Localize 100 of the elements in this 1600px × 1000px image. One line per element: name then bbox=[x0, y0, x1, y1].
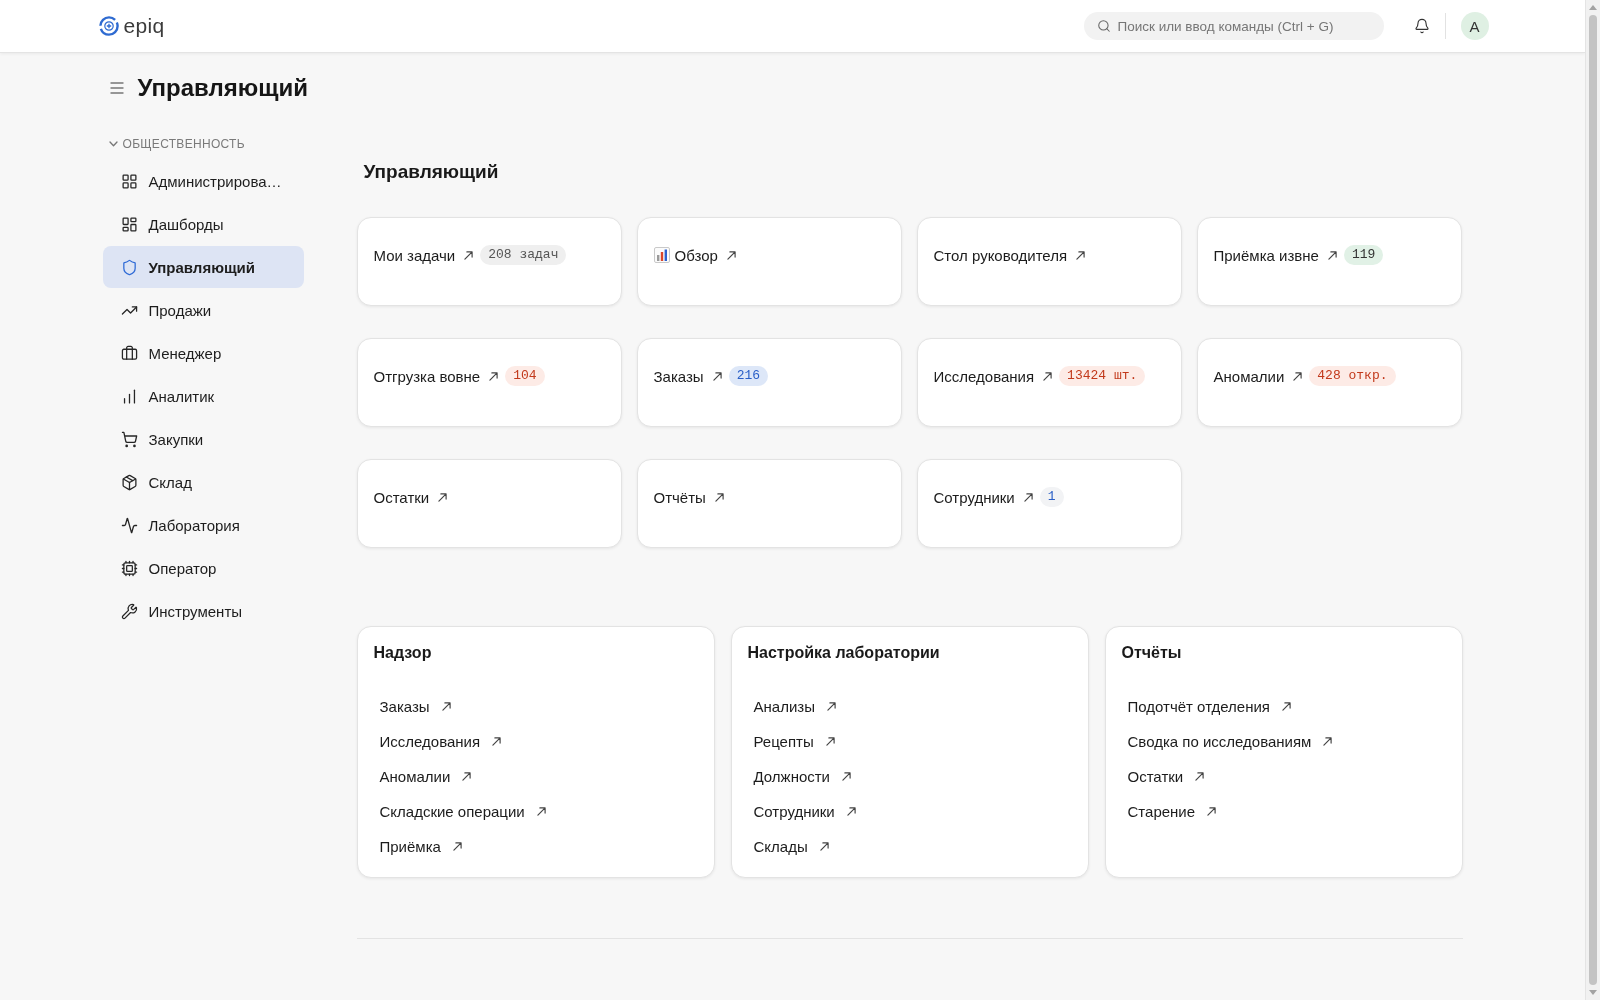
panel-link[interactable]: Остатки bbox=[1121, 761, 1211, 791]
arrow-up-right-icon bbox=[842, 771, 851, 781]
card-title: Приёмка извне bbox=[1213, 246, 1319, 264]
nav-item[interactable]: Лаборатория bbox=[102, 504, 304, 546]
panel-link[interactable]: Анализы bbox=[747, 691, 842, 721]
arrow-up-right-icon bbox=[1043, 371, 1053, 381]
menu-icon[interactable] bbox=[109, 82, 124, 94]
arrow-up-right-icon bbox=[492, 736, 502, 746]
arrow-up-right-icon bbox=[1327, 250, 1337, 260]
arrow-up-right-icon bbox=[825, 736, 835, 746]
panel-link[interactable]: Склады bbox=[747, 831, 835, 861]
card-title: Стол руководителя bbox=[933, 246, 1068, 264]
shortcut-card[interactable]: Отгрузка вовне 104 bbox=[356, 338, 622, 427]
arrow-up-right-icon bbox=[438, 492, 448, 502]
count-badge: 208 задач bbox=[480, 245, 567, 265]
card-title: Мои задачи bbox=[373, 246, 456, 264]
count-badge: 428 откр. bbox=[1309, 366, 1396, 386]
count-badge: 119 bbox=[1343, 245, 1384, 265]
nav-item[interactable]: Аналитик bbox=[102, 375, 304, 417]
shortcut-card[interactable]: Стол руководителя bbox=[916, 217, 1182, 306]
dashboard-icon bbox=[120, 215, 138, 233]
shortcut-card[interactable]: Отчёты bbox=[636, 459, 902, 548]
card-title: Отгрузка вовне bbox=[373, 367, 481, 385]
arrow-up-right-icon bbox=[452, 841, 462, 851]
cart-icon bbox=[120, 430, 138, 448]
arrow-up-right-icon bbox=[1282, 701, 1291, 711]
shortcut-card[interactable]: Приёмка извне 119 bbox=[1196, 217, 1462, 306]
panel-link[interactable]: Рецепты bbox=[747, 726, 841, 756]
panel-link[interactable]: Подотчёт отделения bbox=[1121, 691, 1297, 721]
nav-item[interactable]: Инструменты bbox=[102, 590, 304, 632]
panel-link[interactable]: Заказы bbox=[373, 691, 457, 721]
panel-link[interactable]: Сводка по исследованиям bbox=[1121, 726, 1339, 756]
logo-icon bbox=[98, 16, 119, 36]
nav-item[interactable]: Закупки bbox=[102, 418, 304, 460]
card-title: Аномалии bbox=[1213, 367, 1285, 385]
arrow-up-right-icon bbox=[826, 701, 836, 711]
shortcut-card[interactable]: Исследования 13424 шт. bbox=[916, 338, 1182, 427]
panel-link[interactable]: Сотрудники bbox=[747, 796, 862, 826]
arrow-up-right-icon bbox=[1323, 736, 1333, 746]
nav-item[interactable]: Дашборды bbox=[102, 203, 304, 245]
card-title: Сотрудники bbox=[933, 488, 1015, 506]
nav-item[interactable]: Менеджер bbox=[102, 332, 304, 374]
arrow-up-right-icon bbox=[712, 371, 722, 381]
chip-icon bbox=[120, 559, 138, 577]
scrollbar[interactable] bbox=[1585, 0, 1600, 1000]
scrollbar-thumb[interactable] bbox=[1589, 15, 1597, 985]
brand-name: epiq bbox=[123, 14, 165, 38]
arrow-up-right-icon bbox=[1195, 771, 1205, 781]
nav-item[interactable]: Управляющий bbox=[102, 246, 304, 288]
panel-link[interactable]: Складские операции bbox=[373, 796, 552, 826]
arrow-up-right-icon bbox=[1207, 806, 1217, 816]
briefcase-icon bbox=[120, 344, 138, 362]
shortcut-card[interactable]: Мои задачи 208 задач bbox=[356, 217, 622, 306]
nav-item[interactable]: Склад bbox=[102, 461, 304, 503]
card-title: Исследования bbox=[933, 367, 1035, 385]
shortcut-card[interactable]: Обзор bbox=[636, 217, 902, 306]
section-heading: Управляющий bbox=[363, 160, 500, 184]
card-title: Остатки bbox=[373, 488, 430, 506]
arrow-up-right-icon bbox=[1076, 250, 1086, 260]
panel-link[interactable]: Исследования bbox=[373, 726, 508, 756]
count-badge: 216 bbox=[728, 366, 769, 386]
arrow-up-right-icon bbox=[714, 492, 724, 502]
section-toggle[interactable]: ОБЩЕСТВЕННОСТЬ bbox=[102, 136, 245, 152]
avatar[interactable]: A bbox=[1460, 12, 1489, 40]
shortcut-card[interactable]: Аномалии 428 откр. bbox=[1196, 338, 1462, 427]
shortcut-card[interactable]: Заказы 216 bbox=[636, 338, 902, 427]
panel-title: Надзор bbox=[373, 643, 433, 663]
panel-link[interactable]: Должности bbox=[747, 761, 857, 791]
nav-item[interactable]: Администрирова… bbox=[102, 160, 304, 202]
chevron-down-icon bbox=[108, 141, 118, 147]
panel-title: Настройка лаборатории bbox=[747, 643, 941, 663]
pulse-icon bbox=[120, 516, 138, 534]
arrow-up-right-icon bbox=[1293, 371, 1303, 381]
arrow-up-right-icon bbox=[462, 771, 472, 781]
panel-link[interactable]: Аномалии bbox=[373, 761, 478, 791]
page-title: Управляющий bbox=[137, 73, 308, 103]
scroll-up-icon bbox=[1589, 5, 1597, 10]
panel-title: Отчёты bbox=[1121, 643, 1183, 663]
arrow-up-right-icon bbox=[464, 250, 474, 260]
search-field[interactable]: Поиск или ввод команды (Ctrl + G) bbox=[1083, 12, 1384, 40]
card-title: Отчёты bbox=[653, 488, 706, 506]
nav-item[interactable]: Оператор bbox=[102, 547, 304, 589]
shortcut-card[interactable]: Сотрудники 1 bbox=[916, 459, 1182, 548]
box-icon bbox=[120, 473, 138, 491]
arrow-up-right-icon bbox=[726, 250, 736, 260]
count-badge: 104 bbox=[505, 366, 545, 386]
shortcut-card[interactable]: Остатки bbox=[356, 459, 622, 548]
wrench-icon bbox=[120, 602, 138, 620]
arrow-up-right-icon bbox=[441, 701, 451, 711]
arrow-up-right-icon bbox=[489, 371, 499, 381]
panel-link[interactable]: Приёмка bbox=[373, 831, 468, 861]
search-icon bbox=[1096, 19, 1111, 33]
arrow-up-right-icon bbox=[819, 841, 829, 851]
panel-link[interactable]: Старение bbox=[1121, 796, 1223, 826]
arrow-up-right-icon bbox=[846, 806, 856, 816]
scroll-down-icon bbox=[1589, 990, 1597, 995]
card-title: Обзор bbox=[674, 246, 718, 264]
nav-item[interactable]: Продажи bbox=[102, 289, 304, 331]
bell-icon[interactable] bbox=[1413, 18, 1430, 34]
arrow-up-right-icon bbox=[536, 806, 546, 816]
